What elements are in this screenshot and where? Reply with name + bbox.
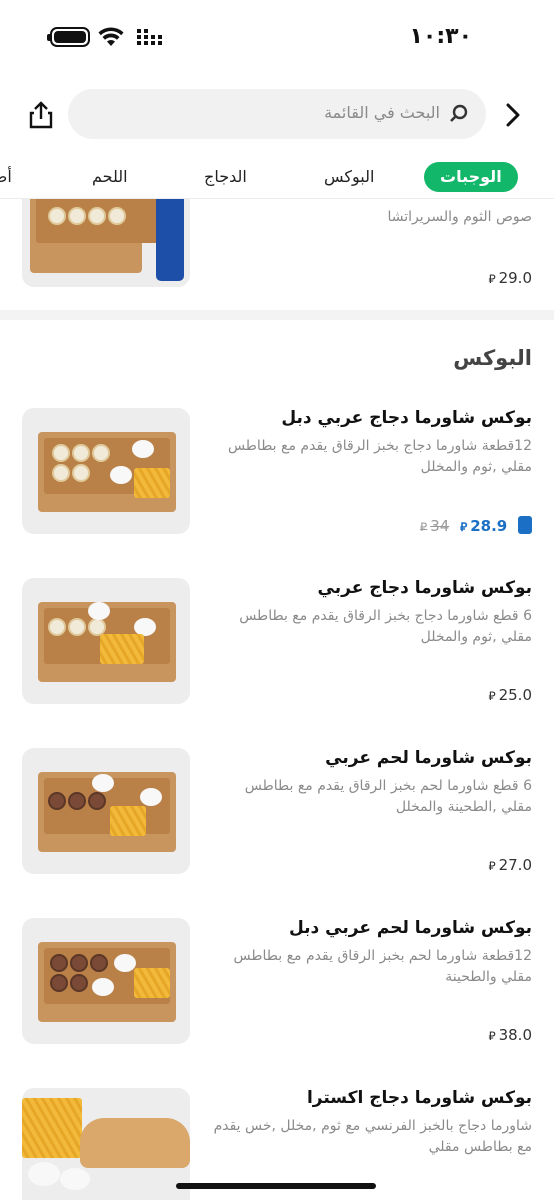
tab-more[interactable]: أص — [0, 162, 12, 192]
search-icon — [450, 104, 468, 122]
list-item[interactable]: صوص الثوم والسريراتشا ⃁ 29.0 — [0, 199, 554, 299]
item-image — [22, 918, 190, 1044]
sandwich — [80, 1118, 190, 1168]
item-description: صوص الثوم والسريراتشا — [387, 209, 532, 225]
item-description: 6 قطع شاورما لحم بخبز الرقاق يقدم مع بطا… — [244, 778, 532, 815]
tab-meals[interactable]: الوجبات — [424, 162, 518, 192]
discount-badge-icon — [518, 516, 532, 534]
item-price: ⃁ 38.0 — [488, 1026, 532, 1044]
pepsi-can — [156, 199, 184, 281]
search-row: البحث في القائمة — [0, 88, 554, 142]
category-tabs: الوجبات البوكس الدجاج اللحم أص — [0, 158, 554, 198]
item-name: بوكس شاورما دجاج اكسترا — [306, 1088, 532, 1108]
item-price: ⃁ 27.0 — [488, 856, 532, 874]
battery-icon — [47, 27, 90, 47]
list-item[interactable]: بوكس شاورما دجاج عربي دبل 12قطعة شاورما … — [0, 408, 554, 558]
tab-boxes[interactable]: البوكس — [324, 162, 374, 192]
item-description: 12قطعة شاورما دجاج بخبز الرقاق يقدم مع ب… — [227, 438, 532, 475]
home-indicator[interactable] — [176, 1183, 376, 1189]
item-image — [22, 408, 190, 534]
item-description: 6 قطع شاورما دجاج بخبز الرقاق يقدم مع بط… — [239, 608, 532, 645]
item-price: ⃁ 25.0 — [488, 686, 532, 704]
tab-meat[interactable]: اللحم — [92, 162, 128, 192]
search-placeholder: البحث في القائمة — [324, 103, 440, 122]
list-item[interactable]: بوكس شاورما دجاج عربي 6 قطع شاورما دجاج … — [0, 578, 554, 728]
item-price: ⃁ 29.0 — [488, 269, 532, 287]
old-price: ⃁ 34 — [420, 517, 450, 535]
list-item[interactable]: بوكس شاورما لحم عربي دبل 12قطعة شاورما ل… — [0, 918, 554, 1068]
share-icon[interactable] — [26, 100, 56, 130]
item-image — [22, 578, 190, 704]
item-description: 12قطعة شاورما لحم بخبز الرقاق يقدم مع بط… — [233, 948, 532, 985]
tab-chicken[interactable]: الدجاج — [204, 162, 247, 192]
section-title: البوكس — [453, 346, 532, 370]
wifi-icon — [98, 27, 124, 46]
sar-currency: ⃁ — [488, 272, 496, 286]
section-separator — [0, 310, 554, 320]
chevron-right-icon[interactable] — [498, 100, 528, 130]
item-image — [22, 199, 190, 287]
signal-icon — [137, 29, 162, 45]
discounted-price: ⃁ 28.9 — [460, 517, 508, 535]
item-name: بوكس شاورما لحم عربي — [325, 748, 532, 768]
item-price: ⃁ 34 ⃁ 28.9 — [420, 516, 532, 535]
search-input[interactable]: البحث في القائمة — [68, 89, 486, 139]
item-image — [22, 748, 190, 874]
item-name: بوكس شاورما لحم عربي دبل — [288, 918, 532, 938]
item-name: بوكس شاورما دجاج عربي — [317, 578, 532, 598]
clock: ١٠:٣٠ — [409, 24, 472, 49]
item-name: بوكس شاورما دجاج عربي دبل — [281, 408, 532, 428]
status-bar: ١٠:٣٠ — [0, 0, 554, 74]
item-image — [22, 1088, 190, 1200]
item-description: شاورما دجاج بالخبز الفرنسي مع ثوم ,مخلل … — [213, 1118, 532, 1155]
list-item[interactable]: بوكس شاورما لحم عربي 6 قطع شاورما لحم بخ… — [0, 748, 554, 898]
